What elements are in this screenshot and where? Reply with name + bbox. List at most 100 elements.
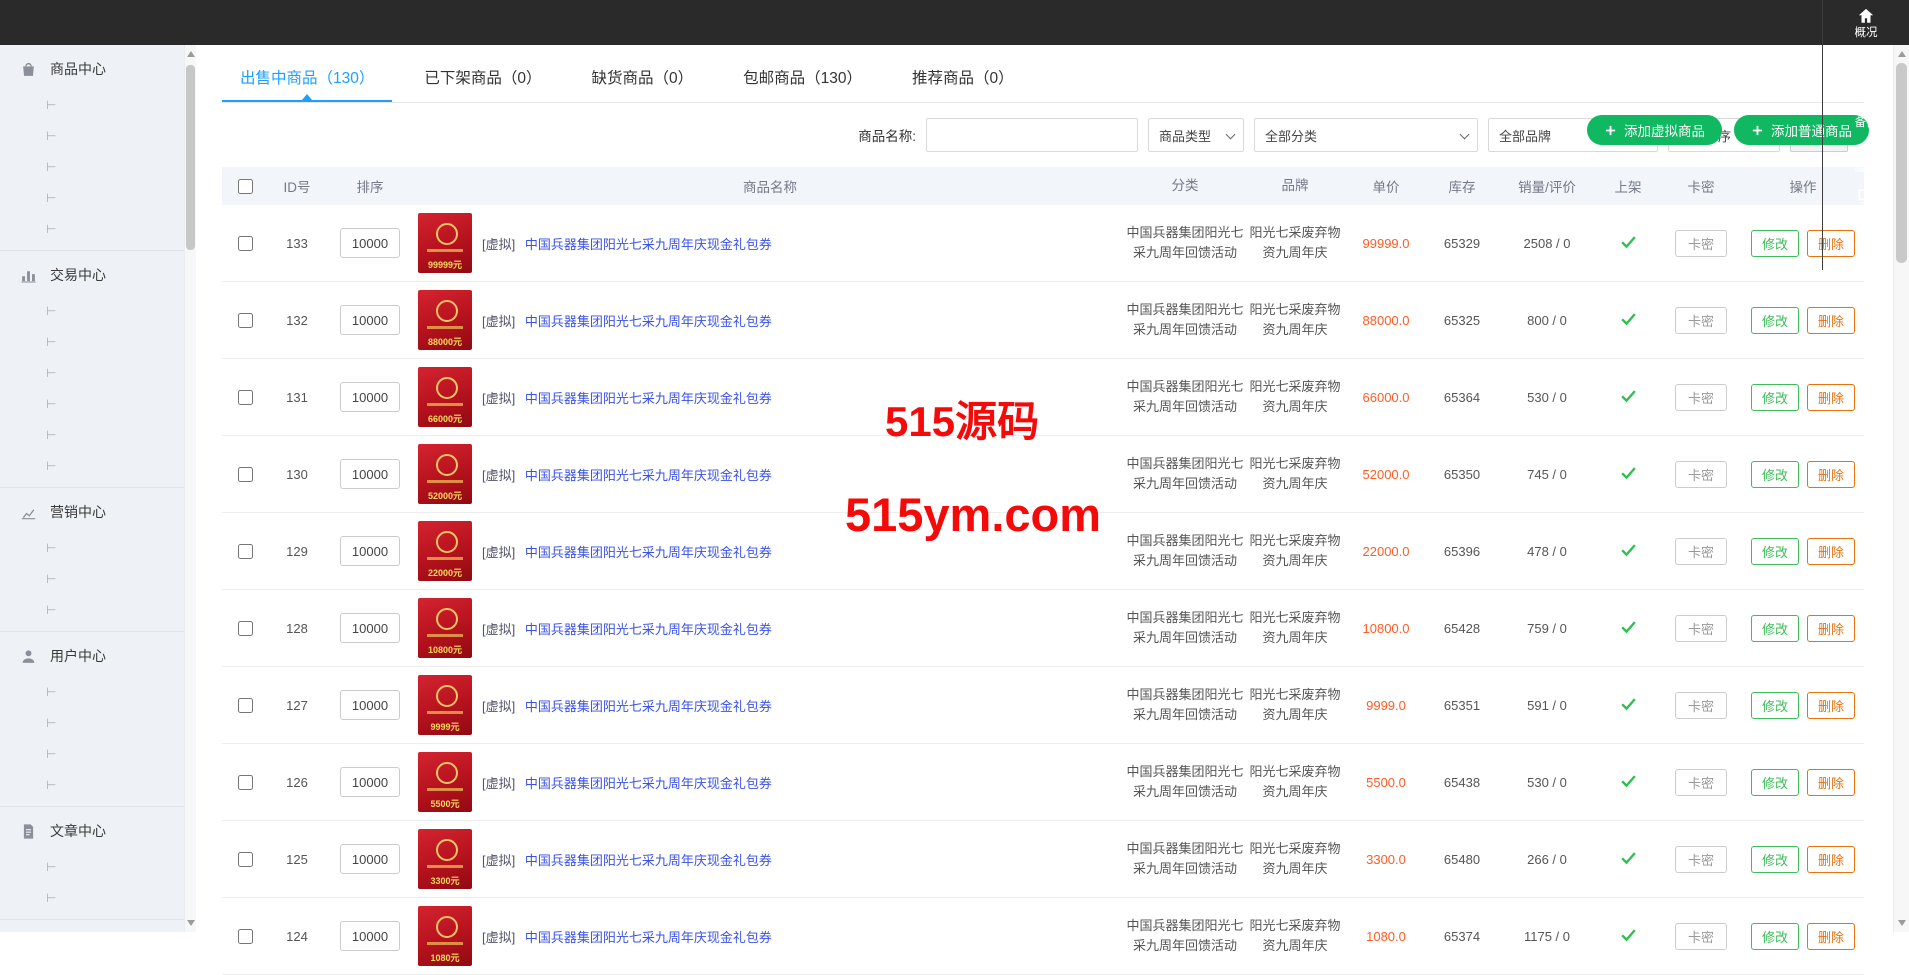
sidebar-item[interactable]: ⊢: [0, 707, 184, 738]
edit-button[interactable]: 修改: [1751, 307, 1799, 334]
sidebar-item[interactable]: ⊢: [0, 120, 184, 151]
sidebar-item[interactable]: ⊢: [0, 151, 184, 182]
row-checkbox[interactable]: [238, 621, 253, 636]
sort-input[interactable]: [340, 767, 400, 797]
sort-input[interactable]: [340, 690, 400, 720]
row-checkbox[interactable]: [238, 775, 253, 790]
sidebar-item[interactable]: ⊢: [0, 676, 184, 707]
card-key-button[interactable]: 卡密: [1675, 461, 1727, 488]
row-checkbox[interactable]: [238, 390, 253, 405]
sort-input[interactable]: [340, 305, 400, 335]
product-name-link[interactable]: 中国兵器集团阳光七采九周年庆现金礼包券: [525, 545, 772, 560]
sidebar-section-header[interactable]: 用户中心: [0, 636, 184, 676]
sidebar-item[interactable]: ⊢: [0, 769, 184, 800]
edit-button[interactable]: 修改: [1751, 769, 1799, 796]
topbar-item[interactable]: 统计: [1822, 45, 1909, 90]
row-checkbox[interactable]: [238, 236, 253, 251]
edit-button[interactable]: 修改: [1751, 538, 1799, 565]
tab[interactable]: 包邮商品（130）: [725, 60, 880, 102]
product-type-select[interactable]: 商品类型: [1148, 118, 1244, 152]
product-name-link[interactable]: 中国兵器集团阳光七采九周年庆现金礼包券: [525, 853, 772, 868]
sort-input[interactable]: [340, 459, 400, 489]
edit-button[interactable]: 修改: [1751, 615, 1799, 642]
sort-input[interactable]: [340, 844, 400, 874]
product-name-link[interactable]: 中国兵器集团阳光七采九周年庆现金礼包券: [525, 468, 772, 483]
sidebar-section-header[interactable]: 文章中心: [0, 811, 184, 851]
card-key-button[interactable]: 卡密: [1675, 769, 1727, 796]
sidebar-item[interactable]: ⊢: [0, 563, 184, 594]
product-name-link[interactable]: 中国兵器集团阳光七采九周年庆现金礼包券: [525, 391, 772, 406]
row-checkbox[interactable]: [238, 852, 253, 867]
sidebar-item[interactable]: ⊢: [0, 738, 184, 769]
topbar-item[interactable]: 备份: [1822, 90, 1909, 135]
sort-input[interactable]: [340, 536, 400, 566]
topbar-item[interactable]: 缓存: [1822, 135, 1909, 180]
sidebar-item[interactable]: ⊢: [0, 89, 184, 120]
sidebar-item[interactable]: ⊢: [0, 357, 184, 388]
card-key-button[interactable]: 卡密: [1675, 538, 1727, 565]
sidebar-item[interactable]: ⊢: [0, 388, 184, 419]
sort-input[interactable]: [340, 228, 400, 258]
sidebar-section-header[interactable]: 交易中心: [0, 255, 184, 295]
sidebar-item[interactable]: ⊢: [0, 419, 184, 450]
sidebar-item[interactable]: ⊢: [0, 326, 184, 357]
edit-button[interactable]: 修改: [1751, 692, 1799, 719]
card-key-button[interactable]: 卡密: [1675, 384, 1727, 411]
delete-button[interactable]: 删除: [1807, 692, 1855, 719]
tab[interactable]: 出售中商品（130）: [222, 60, 392, 102]
topbar-item[interactable]: 退出: [1822, 225, 1909, 270]
product-name-link[interactable]: 中国兵器集团阳光七采九周年庆现金礼包券: [525, 776, 772, 791]
sidebar-item[interactable]: ⊢: [0, 532, 184, 563]
sort-input[interactable]: [340, 382, 400, 412]
delete-button[interactable]: 删除: [1807, 615, 1855, 642]
delete-button[interactable]: 删除: [1807, 923, 1855, 950]
delete-button[interactable]: 删除: [1807, 461, 1855, 488]
sidebar-section-header[interactable]: 营销中心: [0, 492, 184, 532]
row-checkbox[interactable]: [238, 544, 253, 559]
delete-button[interactable]: 删除: [1807, 769, 1855, 796]
add-virtual-product-button[interactable]: 添加虚拟商品: [1587, 115, 1722, 145]
edit-button[interactable]: 修改: [1751, 461, 1799, 488]
card-key-button[interactable]: 卡密: [1675, 615, 1727, 642]
card-key-button[interactable]: 卡密: [1675, 230, 1727, 257]
card-key-button[interactable]: 卡密: [1675, 692, 1727, 719]
row-checkbox[interactable]: [238, 467, 253, 482]
sidebar-item[interactable]: ⊢: [0, 882, 184, 913]
scroll-down-icon[interactable]: [1898, 920, 1906, 926]
sidebar-item[interactable]: ⊢: [0, 851, 184, 882]
sidebar-section-header[interactable]: 控制面板: [0, 924, 184, 932]
edit-button[interactable]: 修改: [1751, 230, 1799, 257]
card-key-button[interactable]: 卡密: [1675, 846, 1727, 873]
delete-button[interactable]: 删除: [1807, 384, 1855, 411]
card-key-button[interactable]: 卡密: [1675, 923, 1727, 950]
topbar-item[interactable]: 概况: [1822, 0, 1909, 45]
product-name-link[interactable]: 中国兵器集团阳光七采九周年庆现金礼包券: [525, 237, 772, 252]
row-checkbox[interactable]: [238, 698, 253, 713]
product-name-link[interactable]: 中国兵器集团阳光七采九周年庆现金礼包券: [525, 314, 772, 329]
sidebar-item[interactable]: ⊢: [0, 182, 184, 213]
sidebar-item[interactable]: ⊢: [0, 213, 184, 244]
product-name-link[interactable]: 中国兵器集团阳光七采九周年庆现金礼包券: [525, 699, 772, 714]
tab[interactable]: 缺货商品（0）: [574, 60, 712, 102]
row-checkbox[interactable]: [238, 929, 253, 944]
edit-button[interactable]: 修改: [1751, 384, 1799, 411]
scroll-down-icon[interactable]: [187, 920, 195, 926]
card-key-button[interactable]: 卡密: [1675, 307, 1727, 334]
select-all-checkbox[interactable]: [238, 179, 253, 194]
product-name-input[interactable]: [926, 118, 1138, 152]
sidebar-section-header[interactable]: 商品中心: [0, 49, 184, 89]
sidebar-scroll-thumb[interactable]: [186, 65, 195, 250]
sort-input[interactable]: [340, 613, 400, 643]
sidebar-scrollbar[interactable]: [184, 45, 196, 932]
edit-button[interactable]: 修改: [1751, 846, 1799, 873]
delete-button[interactable]: 删除: [1807, 846, 1855, 873]
scroll-up-icon[interactable]: [187, 51, 195, 57]
delete-button[interactable]: 删除: [1807, 307, 1855, 334]
sidebar-item[interactable]: ⊢: [0, 450, 184, 481]
tab[interactable]: 已下架商品（0）: [406, 60, 559, 102]
sidebar-item[interactable]: ⊢: [0, 594, 184, 625]
sidebar-item[interactable]: ⊢: [0, 295, 184, 326]
tab[interactable]: 推荐商品（0）: [894, 60, 1032, 102]
edit-button[interactable]: 修改: [1751, 923, 1799, 950]
category-select[interactable]: 全部分类: [1254, 118, 1478, 152]
